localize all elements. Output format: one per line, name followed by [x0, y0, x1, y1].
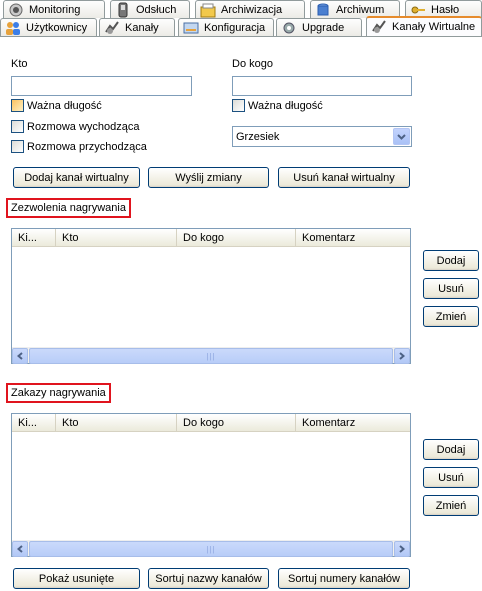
kto-input[interactable]	[11, 76, 192, 96]
checkbox-label: Rozmowa wychodząca	[27, 120, 140, 133]
scroll-left-icon[interactable]	[12, 348, 28, 364]
tab-upgrade[interactable]: Upgrade	[276, 18, 362, 36]
checkbox-box[interactable]	[11, 120, 24, 133]
tab-monitoring[interactable]: Monitoring	[3, 0, 105, 18]
horizontal-scrollbar[interactable]: |||	[12, 540, 410, 557]
virtual-channels-icon	[372, 20, 386, 33]
tab-uzytkownicy[interactable]: Użytkownicy	[0, 18, 97, 36]
select-value: Grzesiek	[236, 130, 280, 143]
archive-box-icon	[200, 3, 216, 17]
tab-kanaly-wirtualne[interactable]: Kanały Wirtualne	[366, 16, 482, 36]
tab-label: Monitoring	[29, 3, 81, 16]
column-header-komentarz[interactable]: Komentarz	[296, 414, 410, 432]
column-header-do-kogo[interactable]: Do kogo	[177, 229, 296, 247]
checkbox-label: Ważna długość	[27, 99, 102, 112]
tab-label: Archiwum	[336, 3, 385, 16]
rozmowa-wychodzaca-checkbox[interactable]: Rozmowa wychodząca	[11, 120, 140, 133]
table-header: Ki... Kto Do kogo Komentarz	[12, 229, 410, 247]
kto-label: Kto	[11, 58, 28, 70]
column-header-ki[interactable]: Ki...	[12, 229, 56, 247]
permissions-table[interactable]: Ki... Kto Do kogo Komentarz |||	[11, 228, 411, 364]
channels-icon	[105, 20, 119, 34]
monitoring-icon	[9, 3, 23, 16]
column-header-kto[interactable]: Kto	[56, 414, 177, 432]
add-virtual-channel-button[interactable]: Dodaj kanał wirtualny	[13, 167, 140, 188]
tab-archiwizacja[interactable]: Archiwizacja	[195, 0, 305, 18]
tab-kanaly[interactable]: Kanały	[99, 18, 175, 36]
column-header-komentarz[interactable]: Komentarz	[296, 229, 410, 247]
permissions-title: Zezwolenia nagrywania	[6, 198, 131, 218]
checkbox-label: Ważna długość	[248, 99, 323, 112]
bans-add-button[interactable]: Dodaj	[423, 439, 479, 460]
horizontal-scrollbar[interactable]: |||	[12, 347, 410, 364]
scroll-thumb[interactable]: |||	[29, 348, 393, 364]
do-kogo-input[interactable]	[232, 76, 412, 96]
bans-table[interactable]: Ki... Kto Do kogo Komentarz |||	[11, 413, 411, 557]
permissions-remove-button[interactable]: Usuń	[423, 278, 479, 299]
chevron-down-icon[interactable]	[393, 128, 410, 145]
scroll-thumb[interactable]: |||	[29, 541, 393, 557]
archive-drum-icon	[317, 3, 329, 15]
user-select[interactable]: Grzesiek	[232, 126, 412, 147]
column-header-do-kogo[interactable]: Do kogo	[177, 414, 296, 432]
bans-edit-button[interactable]: Zmień	[423, 495, 479, 516]
scroll-right-icon[interactable]	[394, 541, 410, 557]
checkbox-label: Rozmowa przychodząca	[27, 140, 147, 153]
scroll-right-icon[interactable]	[394, 348, 410, 364]
checkbox-box[interactable]	[11, 140, 24, 153]
scroll-left-icon[interactable]	[12, 541, 28, 557]
tab-label: Użytkownicy	[26, 21, 88, 34]
permissions-add-button[interactable]: Dodaj	[423, 250, 479, 271]
table-header: Ki... Kto Do kogo Komentarz	[12, 414, 410, 432]
gear-icon	[283, 22, 295, 33]
checkbox-box[interactable]	[11, 99, 24, 112]
bans-remove-button[interactable]: Usuń	[423, 467, 479, 488]
rozmowa-przychodzaca-checkbox[interactable]: Rozmowa przychodząca	[11, 140, 147, 153]
bans-title: Zakazy nagrywania	[6, 383, 111, 403]
tab-label: Konfiguracja	[204, 21, 266, 34]
tab-row-bottom: Użytkownicy Kanały Konfiguracja Upgrade …	[0, 16, 482, 36]
send-changes-button[interactable]: Wyślij zmiany	[148, 167, 269, 188]
tab-label: Hasło	[431, 3, 460, 16]
phone-icon	[118, 2, 128, 17]
column-header-kto[interactable]: Kto	[56, 229, 177, 247]
tab-odsluch[interactable]: Odsłuch	[110, 0, 190, 18]
users-icon	[6, 21, 20, 35]
wazna-dlugosc-checkbox-right[interactable]: Ważna długość	[232, 99, 323, 112]
permissions-edit-button[interactable]: Zmień	[423, 306, 479, 327]
sort-channel-names-button[interactable]: Sortuj nazwy kanałów	[148, 568, 269, 589]
tab-divider	[0, 36, 482, 37]
wazna-dlugosc-checkbox-left[interactable]: Ważna długość	[11, 99, 102, 112]
tab-label: Upgrade	[302, 21, 345, 34]
tab-label: Kanały Wirtualne	[392, 21, 476, 33]
do-kogo-label: Do kogo	[232, 58, 273, 70]
show-deleted-button[interactable]: Pokaż usunięte	[13, 568, 140, 589]
tab-label: Archiwizacja	[221, 3, 283, 16]
tab-label: Kanały	[125, 21, 159, 34]
config-icon	[183, 22, 199, 33]
sort-channel-numbers-button[interactable]: Sortuj numery kanałów	[278, 568, 410, 589]
tab-konfiguracja[interactable]: Konfiguracja	[178, 18, 274, 36]
column-header-ki[interactable]: Ki...	[12, 414, 56, 432]
tab-label: Odsłuch	[136, 3, 177, 16]
checkbox-box[interactable]	[232, 99, 245, 112]
remove-virtual-channel-button[interactable]: Usuń kanał wirtualny	[278, 167, 410, 188]
